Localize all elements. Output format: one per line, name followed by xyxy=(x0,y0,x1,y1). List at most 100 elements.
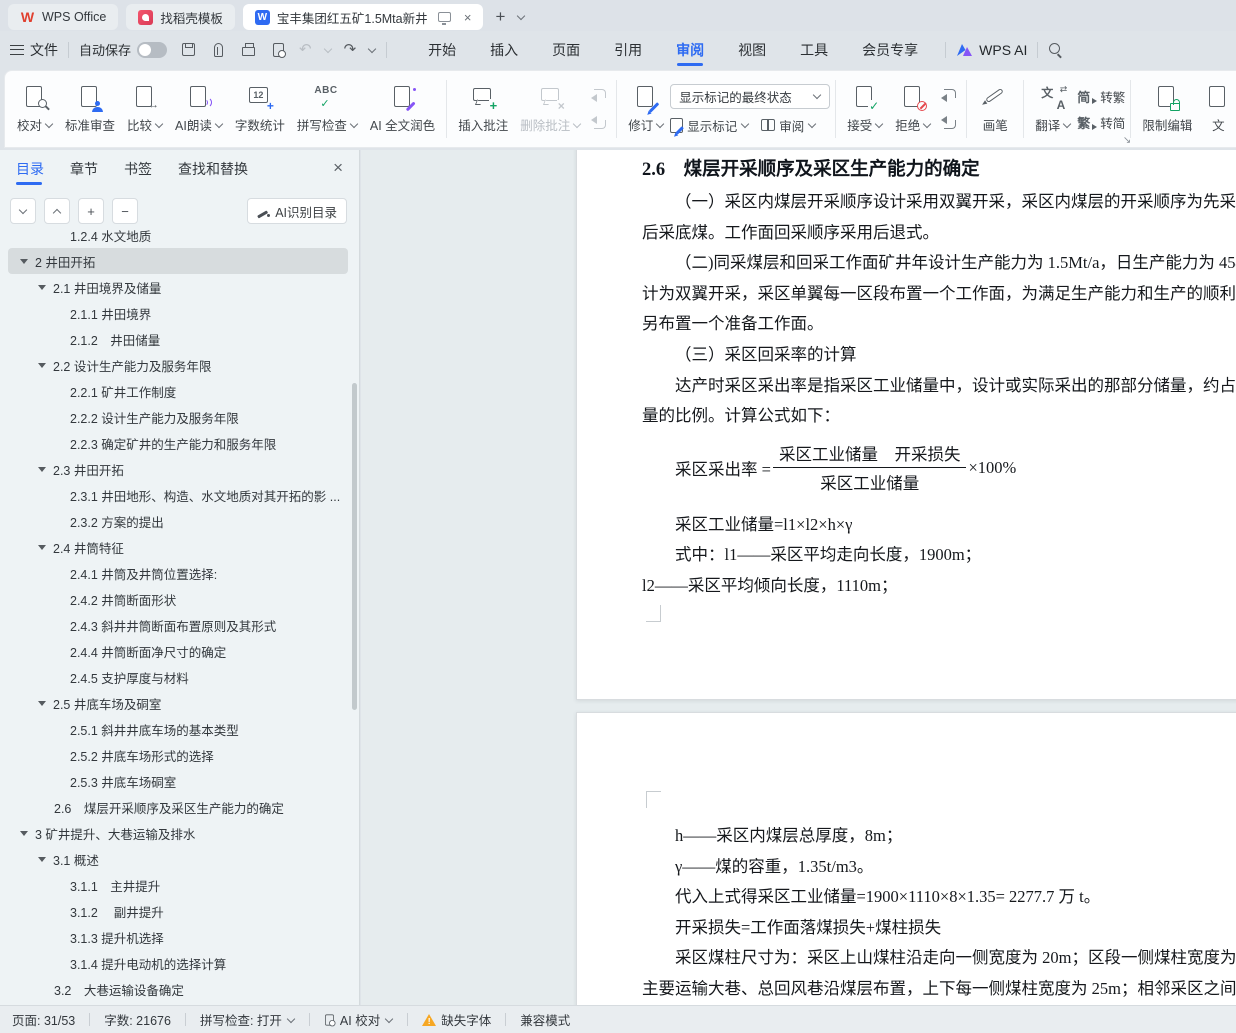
collapse-triangle-icon[interactable] xyxy=(38,284,46,290)
show-markup-button[interactable]: 显示标记 xyxy=(670,116,749,135)
search-icon[interactable] xyxy=(1048,42,1064,58)
ai-polish-button[interactable]: AI 全文润色 xyxy=(364,76,441,142)
new-tab-button[interactable]: + xyxy=(491,7,509,27)
compare-button[interactable]: ↔ 比较 xyxy=(121,76,169,142)
toc-item[interactable]: 3.2 大巷运输设备确定 xyxy=(8,976,348,1002)
tab-docer-templates[interactable]: 找稻壳模板 xyxy=(126,4,235,30)
menu-tab-4[interactable]: 审阅 xyxy=(659,31,721,68)
close-sidebar-icon[interactable]: × xyxy=(333,158,343,178)
next-change-button[interactable] xyxy=(937,113,961,135)
track-changes-button[interactable]: 修订 xyxy=(622,76,670,142)
save-icon[interactable] xyxy=(179,41,197,59)
ink-button[interactable]: 画笔 xyxy=(972,76,1018,142)
previous-change-button[interactable] xyxy=(937,84,961,106)
toc-item[interactable]: 3.1.2 副井提升 xyxy=(8,898,348,924)
spell-check-button[interactable]: ABC ✓ 拼写检查 xyxy=(291,76,364,142)
print-icon[interactable] xyxy=(239,41,257,59)
toc-item[interactable]: 2.4.3 斜井井筒断面布置原则及其形式 xyxy=(8,612,348,638)
menu-tab-6[interactable]: 工具 xyxy=(783,31,845,68)
file-menu[interactable]: 文件 xyxy=(30,40,58,60)
insert-comment-button[interactable]: + 插入批注 xyxy=(452,76,514,142)
hamburger-icon[interactable] xyxy=(10,44,24,55)
toc-item[interactable]: 1.2.4 水文地质 xyxy=(8,222,348,248)
redo-chevron-icon[interactable] xyxy=(368,46,376,54)
menu-tab-1[interactable]: 插入 xyxy=(473,31,535,68)
toc-item[interactable]: 2.5 井底车场及硐室 xyxy=(8,690,348,716)
collapse-triangle-icon[interactable] xyxy=(38,466,46,472)
toc-item[interactable]: 2.2.2 设计生产能力及服务年限 xyxy=(8,404,348,430)
sidebar-tab-chapters[interactable]: 章节 xyxy=(70,150,98,188)
collapse-triangle-icon[interactable] xyxy=(20,830,28,836)
menu-tab-0[interactable]: 开始 xyxy=(411,31,473,68)
undo-chevron-icon[interactable] xyxy=(324,46,332,54)
page-indicator[interactable]: 页面: 31/53 xyxy=(12,1010,89,1029)
accept-button[interactable]: ✓ 接受 xyxy=(841,76,889,142)
missing-font-warning[interactable]: 缺失字体 xyxy=(408,1010,505,1029)
autosave-toggle[interactable] xyxy=(137,41,168,58)
print-preview-icon[interactable] xyxy=(269,41,287,59)
traditional-to-simplified-button[interactable]: 繁 转简 xyxy=(1077,113,1125,132)
toc-item[interactable]: 2.4 井筒特征 xyxy=(8,534,348,560)
collapse-all-button[interactable] xyxy=(44,198,70,224)
sidebar-tab-bookmarks[interactable]: 书签 xyxy=(124,150,152,188)
tab-document-active[interactable]: W 宝丰集团红五矿1.5Mta新井通 × xyxy=(242,4,484,30)
word-count-button[interactable]: 12 + 字数统计 xyxy=(229,76,291,142)
collapse-triangle-icon[interactable] xyxy=(38,544,46,550)
toc-item[interactable]: 2.4.4 井筒断面净尺寸的确定 xyxy=(8,638,348,664)
toc-item[interactable]: 2.2.1 矿井工作制度 xyxy=(8,378,348,404)
toc-item[interactable]: 2.1.2 井田储量 xyxy=(8,326,348,352)
toc-item[interactable]: 2.3 井田开拓 xyxy=(8,456,348,482)
undo-icon[interactable]: ↶ xyxy=(299,42,312,57)
menu-tab-2[interactable]: 页面 xyxy=(535,31,597,68)
toc-item[interactable]: 3.1 概述 xyxy=(8,846,348,872)
toc-item[interactable]: 2.4.1 井筒及井筒位置选择: xyxy=(8,560,348,586)
toc-item[interactable]: 2.1 井田境界及储量 xyxy=(8,274,348,300)
sidebar-scrollbar[interactable] xyxy=(352,383,357,710)
redo-icon[interactable]: ↷ xyxy=(344,42,357,57)
document-page-1[interactable]: 2.6 煤层开采顺序及采区生产能力的确定 （一）采区内煤层开采顺序设计采用双翼开采… xyxy=(576,150,1236,700)
tab-wps-office[interactable]: W WPS Office xyxy=(8,4,119,30)
review-pane-button[interactable]: 审阅 xyxy=(761,116,816,135)
autosave-control[interactable]: 自动保存 xyxy=(79,40,168,59)
close-tab-icon[interactable]: × xyxy=(464,10,472,25)
toc-item[interactable]: 2.5.3 井底车场硐室 xyxy=(8,768,348,794)
ai-read-aloud-button[interactable]: AI朗读 xyxy=(169,76,229,142)
collapse-triangle-icon[interactable] xyxy=(38,700,46,706)
zoom-out-outline-button[interactable]: − xyxy=(112,198,138,224)
sidebar-tab-find-replace[interactable]: 查找和替换 xyxy=(178,150,248,188)
simplified-to-traditional-button[interactable]: 简 转繁 xyxy=(1077,87,1125,106)
toc-item[interactable]: 2.3.2 方案的提出 xyxy=(8,508,348,534)
document-page-2[interactable]: h——采区内煤层总厚度，8m； γ——煤的容重，1.35t/m3。 代入上式得采区工… xyxy=(576,712,1236,1005)
collapse-triangle-icon[interactable] xyxy=(38,362,46,368)
restrict-editing-button[interactable]: 限制编辑 xyxy=(1136,76,1198,142)
reject-button[interactable]: 拒绝 xyxy=(889,76,937,142)
toc-item[interactable]: 3.1.4 提升电动机的选择计算 xyxy=(8,950,348,976)
toc-item[interactable]: 2.4.2 井筒断面形状 xyxy=(8,586,348,612)
expand-all-button[interactable] xyxy=(10,198,36,224)
toc-item[interactable]: 3 矿井提升、大巷运输及排水 xyxy=(8,820,348,846)
collapse-triangle-icon[interactable] xyxy=(38,856,46,862)
dialog-launcher-icon[interactable]: ↘ xyxy=(1123,135,1131,146)
word-count-indicator[interactable]: 字数: 21676 xyxy=(90,1010,185,1029)
collapse-triangle-icon[interactable] xyxy=(20,258,28,264)
sidebar-tab-contents[interactable]: 目录 xyxy=(16,150,44,188)
translate-button[interactable]: 文 A ⇄ 翻译 xyxy=(1029,76,1077,142)
clipped-ribbon-button[interactable]: 文 xyxy=(1198,76,1236,142)
toc-item[interactable]: 2.4.5 支护厚度与材料 xyxy=(8,664,348,690)
markup-state-dropdown[interactable]: 显示标记的最终状态 xyxy=(670,83,831,109)
ai-recognize-toc-button[interactable]: AI识别目录 xyxy=(247,198,347,224)
toc-item[interactable]: 2.2 设计生产能力及服务年限 xyxy=(8,352,348,378)
toc-item[interactable]: 2.3.1 井田地形、构造、水文地质对其开拓的影 ... xyxy=(8,482,348,508)
toc-item[interactable]: 2.5.2 井底车场形式的选择 xyxy=(8,742,348,768)
wps-ai-menu[interactable]: WPS AI xyxy=(956,42,1027,58)
menu-tab-5[interactable]: 视图 xyxy=(721,31,783,68)
toc-item[interactable]: 2.1.1 井田境界 xyxy=(8,300,348,326)
toc-item[interactable]: 2.2.3 确定矿井的生产能力和服务年限 xyxy=(8,430,348,456)
share-screen-icon[interactable] xyxy=(437,12,451,25)
toc-item[interactable]: 2.5.1 斜井井底车场的基本类型 xyxy=(8,716,348,742)
spell-check-status[interactable]: 拼写检查: 打开 xyxy=(186,1010,309,1029)
export-pdf-icon[interactable] xyxy=(209,41,227,59)
zoom-in-outline-button[interactable]: + xyxy=(78,198,104,224)
tab-list-chevron-icon[interactable] xyxy=(517,13,525,21)
toc-item[interactable]: 2.6 煤层开采顺序及采区生产能力的确定 xyxy=(8,794,348,820)
